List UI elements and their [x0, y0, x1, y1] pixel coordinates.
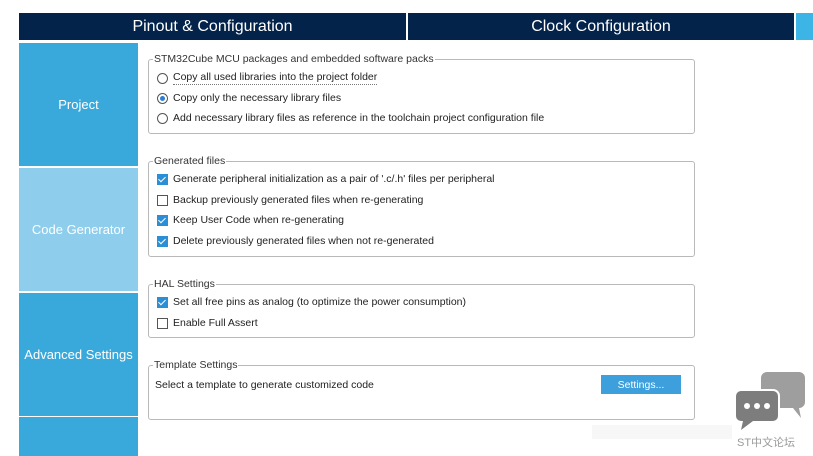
option-label: Copy all used libraries into the project… [173, 71, 378, 85]
packages-legend: STM32Cube MCU packages and embedded soft… [153, 53, 435, 66]
checkbox[interactable] [157, 236, 168, 247]
free-pins-analog-option[interactable]: Set all free pins as analog (to optimize… [157, 296, 466, 309]
checkbox[interactable] [157, 195, 168, 206]
template-settings-legend: Template Settings [153, 359, 239, 372]
generate-pair-files-option[interactable]: Generate peripheral initialization as a … [157, 173, 495, 186]
radio-button[interactable] [157, 113, 168, 124]
generated-files-group: Generated files Generate peripheral init… [148, 155, 695, 257]
top-tab-bar: Pinout & Configuration Clock Configurati… [19, 13, 813, 40]
watermark-text: ST中文论坛 [737, 437, 796, 449]
copy-all-libraries-option[interactable]: Copy all used libraries into the project… [157, 71, 378, 85]
option-label: Keep User Code when re-generating [173, 214, 345, 226]
settings-button[interactable]: Settings... [601, 375, 681, 394]
hal-settings-legend: HAL Settings [153, 278, 216, 291]
checkbox[interactable] [157, 215, 168, 226]
full-assert-option[interactable]: Enable Full Assert [157, 317, 258, 330]
option-label: Delete previously generated files when n… [173, 235, 434, 247]
tab-more[interactable] [796, 13, 813, 40]
sidebar-item-project[interactable]: Project [19, 43, 138, 166]
option-label: Set all free pins as analog (to optimize… [173, 296, 466, 308]
checkbox[interactable] [157, 297, 168, 308]
option-label: Generate peripheral initialization as a … [173, 173, 495, 185]
option-label: Enable Full Assert [173, 317, 258, 329]
option-label: Add necessary library files as reference… [173, 112, 545, 124]
tab-pinout-configuration[interactable]: Pinout & Configuration [19, 13, 406, 40]
tab-clock-configuration[interactable]: Clock Configuration [408, 13, 794, 40]
hal-settings-group: HAL Settings Set all free pins as analog… [148, 278, 695, 338]
generated-files-legend: Generated files [153, 155, 227, 168]
option-label: Copy only the necessary library files [173, 92, 342, 104]
packages-group: STM32Cube MCU packages and embedded soft… [148, 53, 695, 134]
checkbox[interactable] [157, 174, 168, 185]
template-description: Select a template to generate customized… [155, 379, 374, 391]
option-label: Backup previously generated files when r… [173, 194, 424, 206]
sidebar-item-advanced-settings[interactable]: Advanced Settings [19, 293, 138, 416]
radio-button[interactable] [157, 72, 168, 84]
chat-bubbles-icon [734, 372, 805, 430]
radio-button[interactable] [157, 93, 168, 104]
sidebar: Project Code Generator Advanced Settings [19, 43, 138, 456]
checkbox[interactable] [157, 318, 168, 329]
template-settings-group: Template Settings Select a template to g… [148, 359, 695, 420]
sidebar-item-code-generator[interactable]: Code Generator [19, 168, 138, 291]
watermark-backdrop [592, 425, 732, 439]
backup-files-option[interactable]: Backup previously generated files when r… [157, 194, 423, 207]
sidebar-item-extra[interactable] [19, 417, 138, 456]
add-as-reference-option[interactable]: Add necessary library files as reference… [157, 112, 544, 125]
copy-necessary-files-option[interactable]: Copy only the necessary library files [157, 92, 341, 105]
delete-generated-files-option[interactable]: Delete previously generated files when n… [157, 235, 434, 248]
keep-user-code-option[interactable]: Keep User Code when re-generating [157, 214, 344, 227]
